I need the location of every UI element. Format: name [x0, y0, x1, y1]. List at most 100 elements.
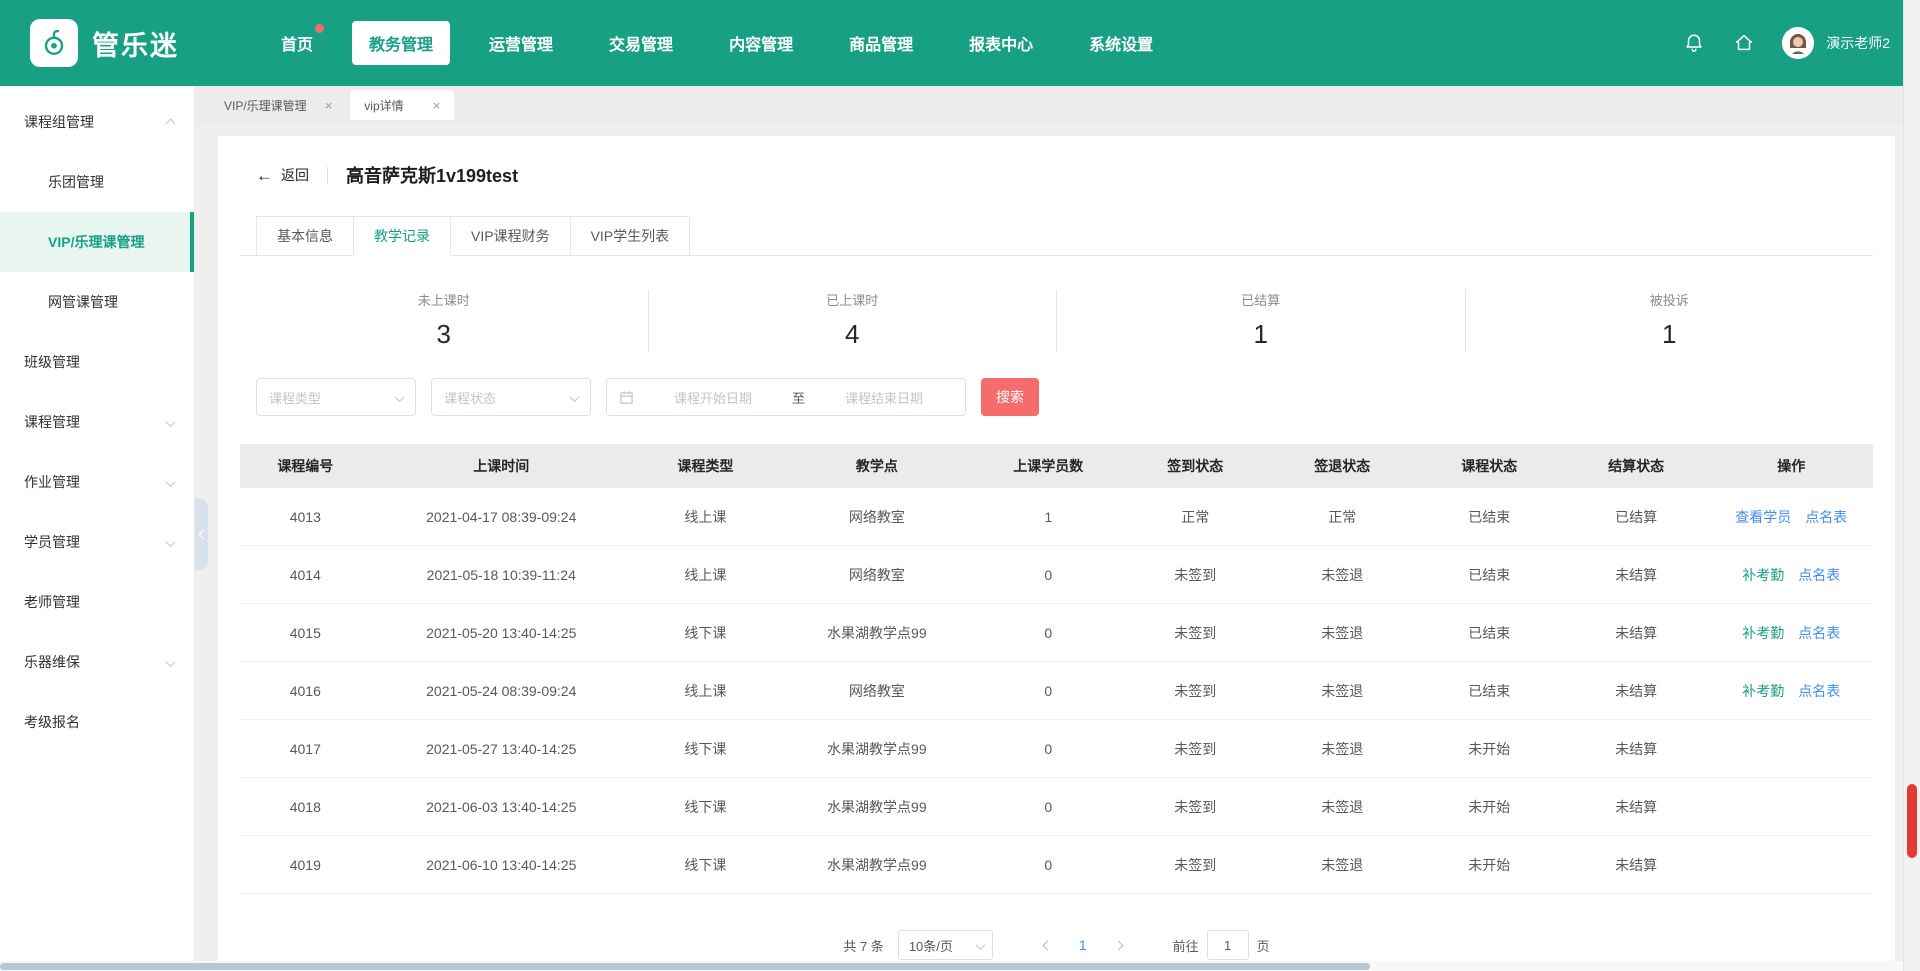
table-cell-checkout: 正常 [1269, 507, 1416, 527]
sidebar-item[interactable]: 课程组管理 [0, 92, 194, 152]
chevron-left-icon [198, 529, 208, 539]
goto-page-input[interactable] [1207, 930, 1249, 960]
table-cell-time: 2021-05-24 08:39-09:24 [371, 683, 632, 699]
table-cell-settle: 未结算 [1563, 623, 1710, 643]
table-cell-id: 4013 [240, 509, 371, 525]
brand[interactable]: 管乐迷 [30, 19, 179, 67]
nav-item[interactable]: 运营管理 [472, 21, 570, 65]
table-row: 40152021-05-20 13:40-14:25线下课水果湖教学点990未签… [240, 604, 1873, 662]
pagination: 共 7 条 10条/页 1 前往 页 [240, 930, 1873, 960]
action-link[interactable]: 补考勤 [1742, 683, 1784, 699]
sidebar-collapse-handle[interactable] [195, 498, 208, 570]
table-cell-checkin: 正常 [1122, 507, 1269, 527]
sidebar-item[interactable]: 学员管理 [0, 512, 194, 572]
detail-tab[interactable]: 基本信息 [256, 216, 354, 256]
date-end-placeholder: 课程结束日期 [815, 388, 953, 407]
action-link[interactable]: 点名表 [1798, 567, 1840, 583]
page-tab[interactable]: vip详情× [350, 90, 454, 120]
nav-item[interactable]: 交易管理 [592, 21, 690, 65]
next-page-button[interactable] [1109, 942, 1131, 949]
sidebar-item[interactable]: VIP/乐理课管理 [0, 212, 194, 272]
action-link[interactable]: 点名表 [1798, 683, 1840, 699]
table-cell-time: 2021-06-10 13:40-14:25 [371, 857, 632, 873]
close-icon[interactable]: × [433, 99, 441, 112]
sidebar-item[interactable]: 乐团管理 [0, 152, 194, 212]
table-cell-actions: 查看学员点名表 [1710, 507, 1873, 527]
sidebar-item[interactable]: 作业管理 [0, 452, 194, 512]
horizontal-scrollbar[interactable] [0, 961, 1903, 971]
current-page-number[interactable]: 1 [1071, 937, 1095, 953]
course-status-select[interactable]: 课程状态 [431, 378, 591, 416]
sidebar-item[interactable]: 乐器维保 [0, 632, 194, 692]
table-cell-settle: 未结算 [1563, 855, 1710, 875]
table-cell-students: 0 [975, 567, 1122, 583]
detail-tab[interactable]: 教学记录 [354, 216, 451, 256]
sidebar-item[interactable]: 课程管理 [0, 392, 194, 452]
table-cell-status: 已结束 [1416, 681, 1563, 701]
table-cell-id: 4017 [240, 741, 371, 757]
table-header-cell: 上课学员数 [975, 456, 1122, 476]
sidebar-item-label: VIP/乐理课管理 [48, 232, 144, 252]
nav-item[interactable]: 商品管理 [832, 21, 930, 65]
user-avatar[interactable] [1782, 27, 1814, 59]
table-cell-site: 网络教室 [779, 565, 975, 585]
table-cell-status: 已结束 [1416, 565, 1563, 585]
table-cell-settle: 未结算 [1563, 739, 1710, 759]
vertical-scrollbar-thumb[interactable] [1907, 784, 1917, 858]
table-header-cell: 签退状态 [1269, 456, 1416, 476]
close-icon[interactable]: × [325, 99, 333, 112]
page-size-select[interactable]: 10条/页 [898, 930, 993, 960]
table-cell-id: 4016 [240, 683, 371, 699]
stat-cell: 被投诉1 [1466, 290, 1874, 352]
date-range-input[interactable]: 课程开始日期 至 课程结束日期 [606, 378, 966, 416]
sidebar-item[interactable]: 考级报名 [0, 692, 194, 752]
total-count: 共 7 条 [843, 936, 883, 955]
table-cell-checkin: 未签到 [1122, 739, 1269, 759]
sidebar-item[interactable]: 班级管理 [0, 332, 194, 392]
course-type-select[interactable]: 课程类型 [256, 378, 416, 416]
table-row: 40192021-06-10 13:40-14:25线下课水果湖教学点990未签… [240, 836, 1873, 894]
sidebar-item-label: 乐团管理 [48, 172, 104, 192]
nav-item[interactable]: 内容管理 [712, 21, 810, 65]
sidebar-item-label: 老师管理 [24, 592, 80, 612]
table-cell-checkout: 未签退 [1269, 855, 1416, 875]
notifications-bell-icon[interactable] [1682, 31, 1706, 55]
action-link[interactable]: 补考勤 [1742, 625, 1784, 641]
nav-item[interactable]: 报表中心 [952, 21, 1050, 65]
table-cell-id: 4019 [240, 857, 371, 873]
table-cell-site: 水果湖教学点99 [779, 797, 975, 817]
vertical-scrollbar[interactable] [1903, 0, 1920, 971]
search-button[interactable]: 搜索 [981, 378, 1039, 416]
action-link[interactable]: 点名表 [1805, 509, 1847, 525]
detail-tab[interactable]: VIP课程财务 [451, 216, 571, 256]
date-separator: 至 [792, 388, 805, 407]
table-cell-checkout: 未签退 [1269, 739, 1416, 759]
horizontal-scrollbar-thumb[interactable] [0, 963, 1370, 970]
action-link[interactable]: 点名表 [1798, 625, 1840, 641]
nav-item[interactable]: 教务管理 [352, 21, 450, 65]
home-icon[interactable] [1732, 31, 1756, 55]
table-cell-type: 线上课 [632, 565, 779, 585]
sidebar-nav: 课程组管理乐团管理 VIP/乐理课管理网管课管理班级管理课程管理作业管理学员管理老… [0, 86, 195, 971]
sidebar-item[interactable]: 网管课管理 [0, 272, 194, 332]
sidebar-item[interactable]: 老师管理 [0, 572, 194, 632]
nav-item-label: 报表中心 [969, 37, 1033, 54]
back-arrow-icon: ← [256, 167, 273, 184]
detail-tab[interactable]: VIP学生列表 [571, 216, 691, 256]
action-link[interactable]: 查看学员 [1735, 509, 1791, 525]
action-link[interactable]: 补考勤 [1742, 567, 1784, 583]
chevron-down-icon [167, 414, 174, 430]
table-cell-status: 未开始 [1416, 797, 1563, 817]
stat-label: 已结算 [1057, 290, 1465, 309]
nav-item[interactable]: 首页 [264, 21, 330, 65]
sidebar-item-label: 学员管理 [24, 532, 80, 552]
stat-value: 4 [649, 319, 1057, 350]
nav-item[interactable]: 系统设置 [1072, 21, 1170, 65]
stat-label: 已上课时 [649, 290, 1057, 309]
prev-page-button[interactable] [1035, 942, 1057, 949]
user-name[interactable]: 演示老师2 [1826, 33, 1890, 53]
page-tab[interactable]: VIP/乐理课管理× [210, 90, 346, 120]
nav-item-label: 商品管理 [849, 37, 913, 54]
back-button[interactable]: ← 返回 [256, 165, 309, 185]
header-divider [327, 167, 328, 184]
